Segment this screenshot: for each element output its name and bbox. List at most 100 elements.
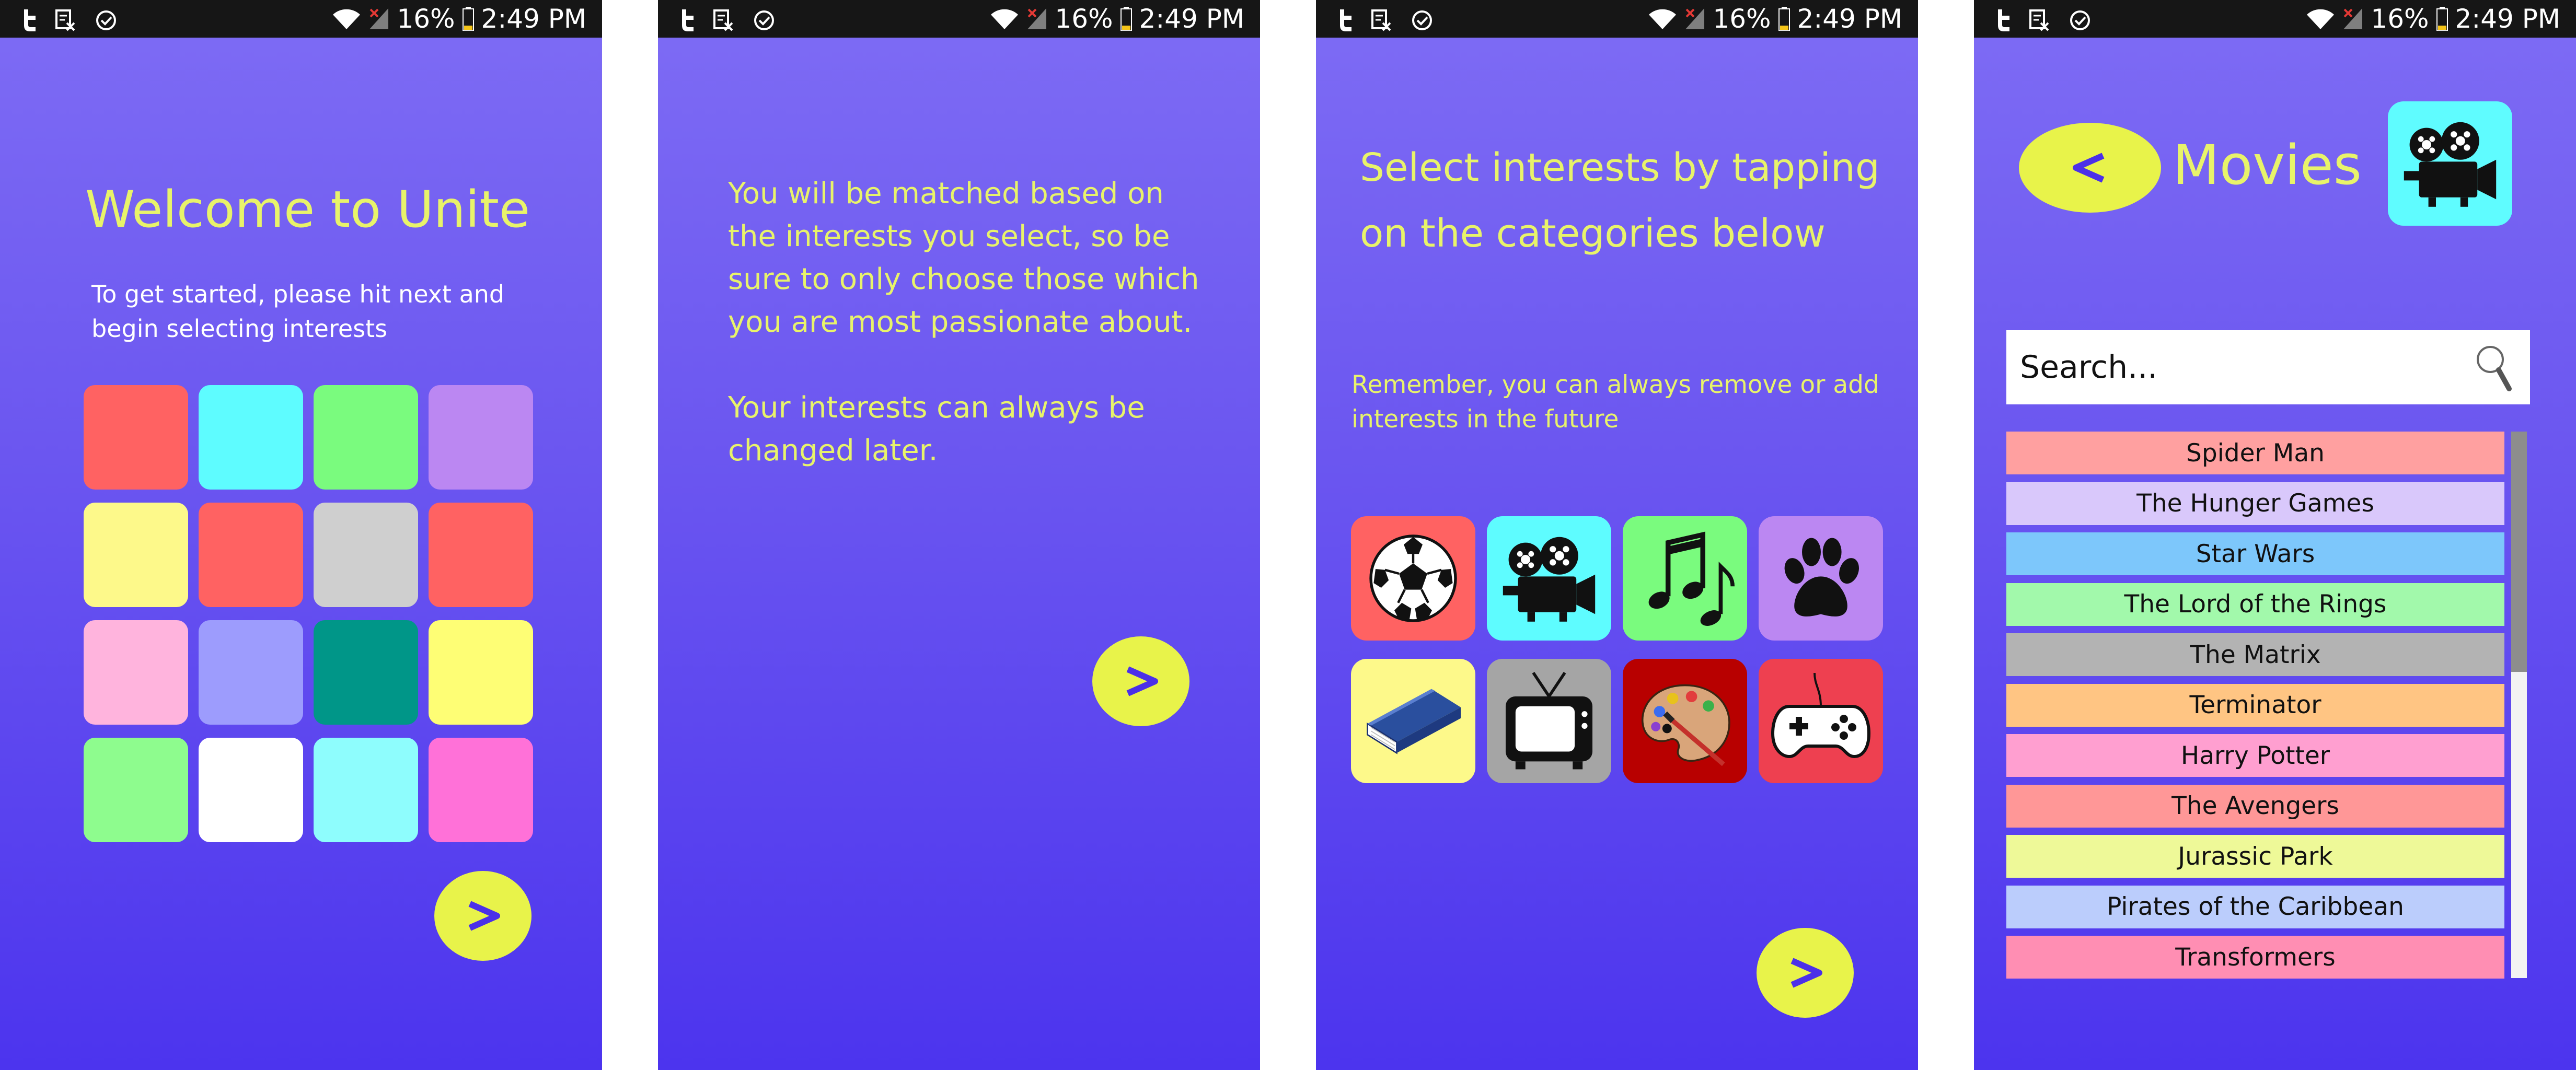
paint-palette-icon	[1642, 684, 1730, 766]
book-icon	[1367, 689, 1461, 754]
battery-icon	[2436, 7, 2448, 31]
wifi-icon	[332, 7, 361, 30]
search-input[interactable]	[2020, 345, 2448, 390]
color-swatch	[84, 385, 188, 490]
color-swatch	[199, 620, 303, 725]
intro-screen: 16% 2:49 PM You will be matched based on…	[658, 0, 1260, 1070]
categories-screen: 16% 2:49 PM Select interests by tapping …	[1316, 0, 1918, 1070]
next-button[interactable]	[1757, 928, 1854, 1018]
search-bar	[2006, 330, 2530, 404]
battery-percent: 16%	[397, 4, 455, 34]
battery-icon	[462, 7, 474, 31]
clock: 2:49 PM	[1797, 4, 1902, 34]
category-grid	[1351, 516, 1883, 783]
color-swatch-grid	[84, 385, 533, 842]
status-bar: 16% 2:49 PM	[658, 0, 1260, 38]
movie-item[interactable]: Star Wars	[2006, 532, 2504, 575]
color-swatch	[84, 738, 188, 842]
wifi-icon	[1648, 7, 1677, 30]
movie-camera-icon	[1503, 537, 1596, 622]
movie-list: Spider Man The Hunger Games Star Wars The L…	[2006, 432, 2504, 986]
scrollbar[interactable]	[2511, 432, 2527, 978]
status-bar: 16% 2:49 PM	[1974, 0, 2576, 38]
signal-icon	[1026, 7, 1047, 30]
color-swatch	[314, 738, 418, 842]
color-swatch	[199, 385, 303, 490]
check-circle-icon	[95, 7, 117, 38]
color-swatch	[84, 503, 188, 607]
soccer-ball-icon	[1369, 534, 1457, 622]
color-swatch	[429, 620, 533, 725]
page-title: Movies	[2173, 133, 2362, 197]
movie-camera-icon	[2404, 122, 2497, 207]
t-notification-icon	[1995, 7, 2011, 38]
color-swatch	[429, 738, 533, 842]
document-icon	[2029, 7, 2050, 38]
color-swatch	[84, 620, 188, 725]
battery-icon	[1120, 7, 1132, 31]
color-swatch	[199, 503, 303, 607]
category-books[interactable]	[1351, 659, 1475, 783]
color-swatch	[314, 503, 418, 607]
color-swatch	[199, 738, 303, 842]
color-swatch	[314, 385, 418, 490]
page-subtitle: To get started, please hit next and begi…	[91, 280, 505, 343]
paw-icon	[1784, 538, 1859, 617]
clock: 2:49 PM	[1139, 4, 1244, 34]
battery-icon	[1778, 7, 1790, 31]
tv-icon	[1505, 671, 1593, 770]
movie-item[interactable]: Transformers	[2006, 936, 2504, 979]
signal-icon	[368, 7, 389, 30]
t-notification-icon	[679, 7, 695, 38]
color-swatch	[314, 620, 418, 725]
battery-percent: 16%	[2371, 4, 2429, 34]
movie-item[interactable]: Spider Man	[2006, 432, 2504, 474]
movie-item[interactable]: Harry Potter	[2006, 734, 2504, 777]
music-notes-icon	[1648, 531, 1735, 626]
category-tv[interactable]	[1487, 659, 1611, 783]
movie-item[interactable]: Terminator	[2006, 683, 2504, 727]
movies-screen: 16% 2:49 PM Movies Spider Man The Hunger …	[1974, 0, 2576, 1070]
category-movies[interactable]	[1487, 516, 1611, 641]
movie-item[interactable]: The Avengers	[2006, 784, 2504, 828]
color-swatch	[429, 503, 533, 607]
category-art[interactable]	[1623, 659, 1747, 783]
check-circle-icon	[753, 7, 775, 38]
status-bar: 16% 2:49 PM	[1316, 0, 1918, 38]
movie-item[interactable]: Pirates of the Caribbean	[2006, 885, 2504, 928]
next-button[interactable]	[434, 871, 532, 961]
chevron-right-icon	[1126, 666, 1158, 696]
clock: 2:49 PM	[481, 4, 586, 34]
category-music[interactable]	[1623, 516, 1747, 641]
movie-item[interactable]: The Lord of the Rings	[2006, 583, 2504, 626]
search-icon[interactable]	[2473, 342, 2514, 396]
chevron-right-icon	[468, 901, 500, 931]
document-icon	[1371, 7, 1392, 38]
signal-icon	[1684, 7, 1705, 30]
check-circle-icon	[1411, 7, 1433, 38]
check-circle-icon	[2069, 7, 2091, 38]
category-sports[interactable]	[1351, 516, 1475, 641]
scrollbar-thumb[interactable]	[2511, 432, 2527, 672]
intro-paragraph: You will be matched based on the interes…	[728, 177, 1199, 339]
clock: 2:49 PM	[2455, 4, 2560, 34]
signal-icon	[2342, 7, 2363, 30]
page-subtitle: Remember, you can always remove or add i…	[1351, 370, 1879, 434]
movie-item[interactable]: The Matrix	[2006, 633, 2504, 676]
next-button[interactable]	[1092, 636, 1189, 726]
intro-paragraph: Your interests can always be changed lat…	[728, 391, 1145, 468]
document-icon	[713, 7, 734, 38]
battery-percent: 16%	[1713, 4, 1771, 34]
movie-item[interactable]: The Hunger Games	[2006, 482, 2504, 525]
game-controller-icon	[1771, 672, 1871, 759]
welcome-screen: 16% 2:49 PM Welcome to Unite To get star…	[0, 0, 602, 1070]
back-button[interactable]	[2019, 123, 2161, 213]
status-bar: 16% 2:49 PM	[0, 0, 602, 38]
movie-item[interactable]: Jurassic Park	[2006, 835, 2504, 878]
t-notification-icon	[21, 7, 37, 38]
category-animals[interactable]	[1759, 516, 1883, 641]
category-games[interactable]	[1759, 659, 1883, 783]
chevron-right-icon	[1791, 958, 1822, 988]
wifi-icon	[2306, 7, 2335, 30]
category-icon-tile	[2388, 101, 2512, 226]
